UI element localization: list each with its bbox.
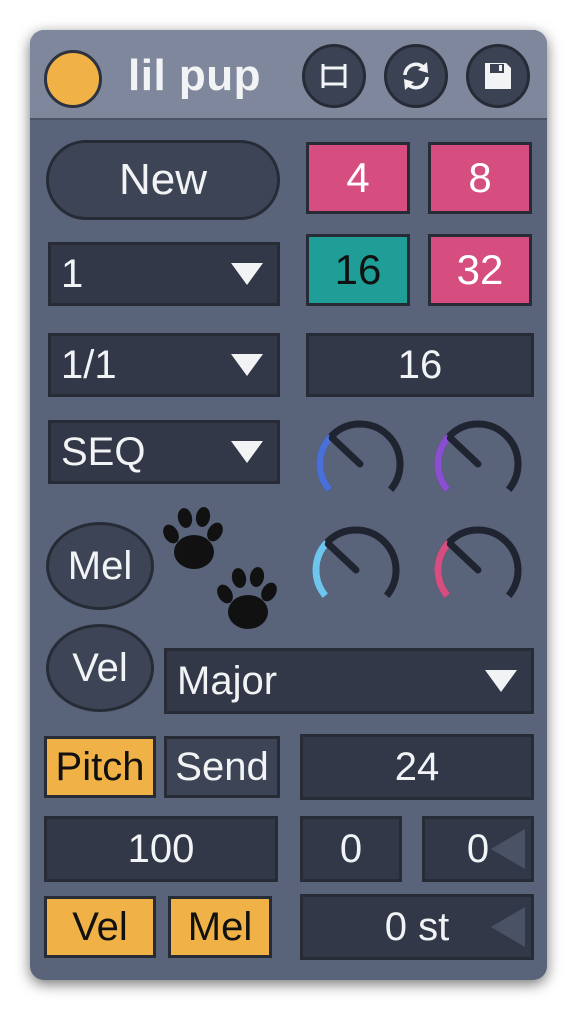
knob-track (316, 420, 404, 492)
triangle-left-icon (491, 907, 525, 947)
number-box-b[interactable]: 0 (422, 816, 534, 882)
knob-value-arc (316, 434, 334, 492)
knob-track (434, 420, 522, 492)
mode-value: SEQ (61, 429, 146, 474)
triangle-left-icon (491, 829, 525, 869)
chevron-down-icon (231, 263, 263, 285)
title-bar: lil pup (30, 30, 547, 120)
chevron-down-icon (485, 670, 517, 692)
knob-3[interactable] (300, 518, 412, 618)
clip-icon (321, 64, 347, 88)
sync-button[interactable] (384, 44, 448, 108)
scale-dropdown[interactable]: Major (164, 648, 534, 714)
scale-value: Major (177, 658, 278, 703)
knob-needle (328, 434, 364, 468)
sync-icon (403, 62, 429, 90)
steps-pad-16[interactable]: 16 (306, 234, 410, 306)
power-toggle[interactable] (44, 50, 102, 108)
save-button[interactable] (466, 44, 530, 108)
knob-needle (446, 540, 482, 574)
send-toggle[interactable]: Send (164, 736, 280, 798)
knob-2[interactable] (422, 412, 534, 512)
save-icon (485, 63, 511, 89)
length-dropdown[interactable]: 1 (48, 242, 280, 306)
steps-number-box[interactable]: 16 (306, 333, 534, 397)
new-button[interactable]: New (46, 140, 280, 220)
knob-4[interactable] (422, 518, 534, 618)
number-box-a[interactable]: 0 (300, 816, 402, 882)
paw-prints-icon (163, 507, 277, 629)
knob-1[interactable] (304, 412, 416, 512)
steps-pad-8[interactable]: 8 (428, 142, 532, 214)
knob-needle (324, 540, 360, 574)
clip-button[interactable] (302, 44, 366, 108)
mode-dropdown[interactable]: SEQ (48, 420, 280, 484)
length-value: 1 (61, 251, 84, 296)
knob-value-arc (312, 540, 330, 598)
pitch-toggle[interactable]: Pitch (44, 736, 156, 798)
rate-value: 1/1 (61, 342, 117, 387)
velocity-number-box[interactable]: 100 (44, 816, 278, 882)
device-panel: lil pup New 1 1/1 SEQ Mel Vel 4 8 16 32 … (30, 30, 547, 980)
rate-dropdown[interactable]: 1/1 (48, 333, 280, 397)
vel-generate-button[interactable]: Vel (46, 624, 154, 712)
knob-value-arc (434, 540, 452, 598)
mel-generate-button[interactable]: Mel (46, 522, 154, 610)
chevron-down-icon (231, 354, 263, 376)
knob-value-arc (434, 434, 452, 492)
steps-pad-4[interactable]: 4 (306, 142, 410, 214)
device-title: lil pup (128, 51, 262, 100)
number-box-b-value: 0 (466, 826, 490, 871)
vel-toggle[interactable]: Vel (44, 896, 156, 958)
knob-track (312, 526, 400, 598)
steps-pad-32[interactable]: 32 (428, 234, 532, 306)
transpose-value: 0 st (384, 904, 450, 949)
mel-toggle[interactable]: Mel (168, 896, 272, 958)
transpose-number-box[interactable]: 0 st (300, 894, 534, 960)
chevron-down-icon (231, 441, 263, 463)
knob-needle (446, 434, 482, 468)
range-number-box[interactable]: 24 (300, 734, 534, 800)
knob-track (434, 526, 522, 598)
